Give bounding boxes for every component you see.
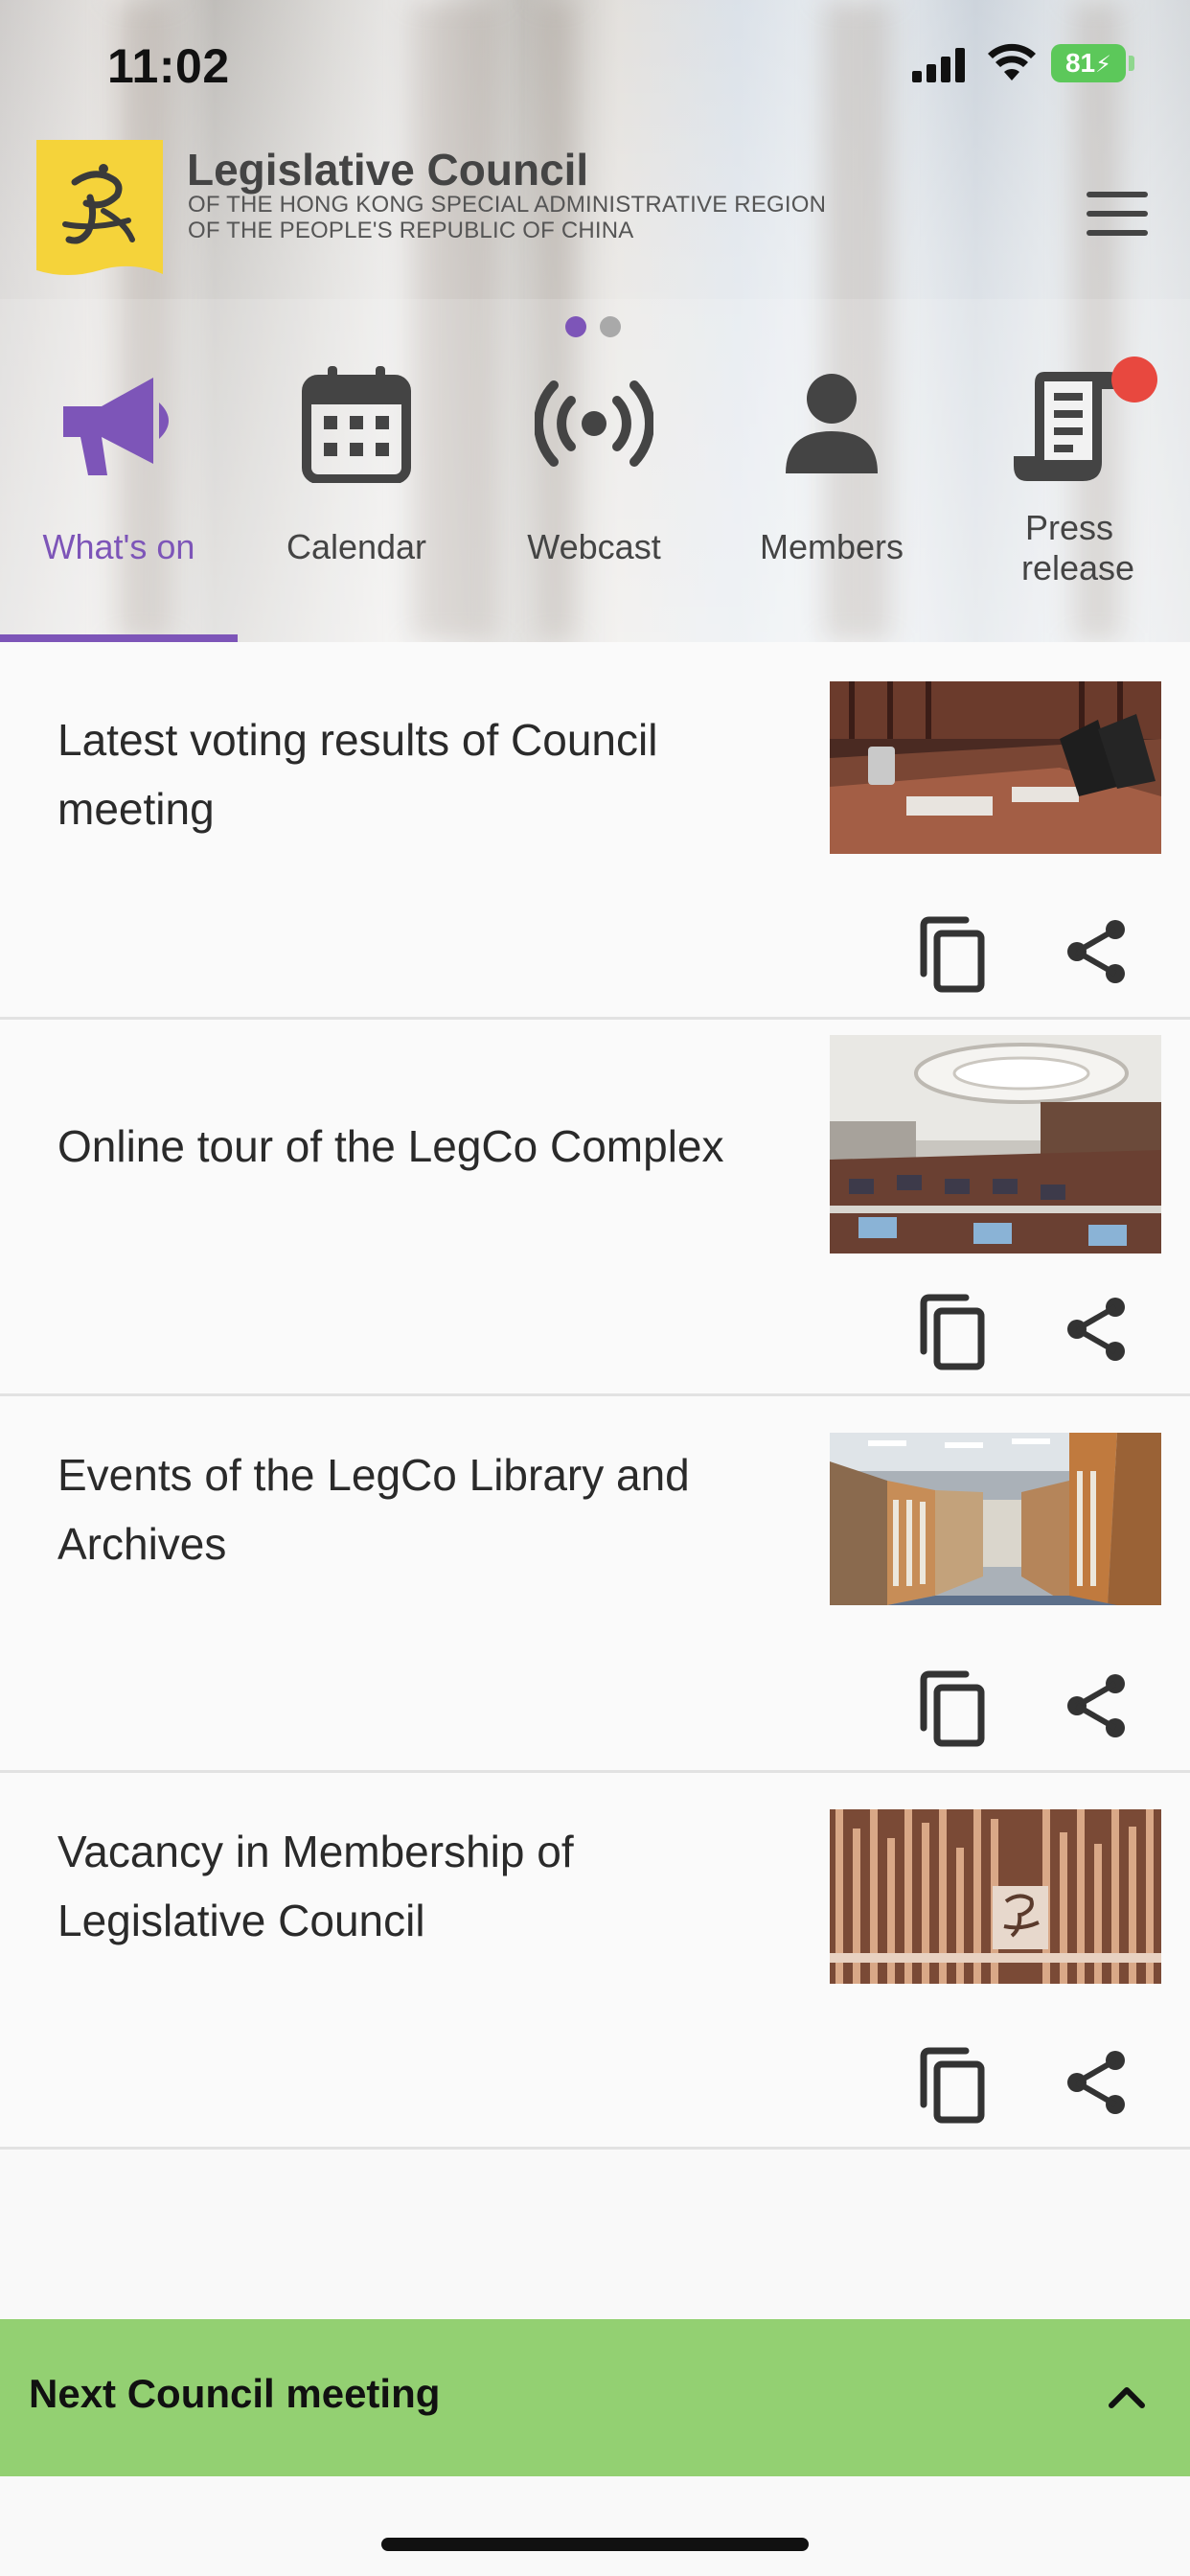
- article-title[interactable]: Online tour of the LegCo Complex: [57, 1112, 786, 1181]
- nav-label-press-release: Press release: [1021, 508, 1135, 587]
- list-item[interactable]: Vacancy in Membership of Legislative Cou…: [0, 1773, 1190, 2150]
- legco-logo-icon[interactable]: [36, 140, 163, 284]
- next-council-meeting-bar[interactable]: Next Council meeting: [0, 2319, 1190, 2476]
- calendar-icon: [302, 366, 411, 483]
- cellular-signal-icon: [912, 48, 968, 82]
- person-icon: [786, 374, 878, 473]
- article-title[interactable]: Latest voting results of Council meeting: [57, 705, 786, 843]
- pager-dots[interactable]: [565, 316, 627, 339]
- app-header: Legislative Council OF THE HONG KONG SPE…: [0, 134, 1190, 297]
- nav-item-press-release[interactable]: Press release: [950, 355, 1188, 642]
- feature-nav: What's on Calendar Webcast Members Press…: [0, 355, 1190, 642]
- battery-indicator: 81⚡: [1051, 44, 1126, 82]
- notification-badge: [1111, 356, 1157, 402]
- charging-bolt-icon: ⚡: [1095, 52, 1111, 78]
- nav-label-members: Members: [759, 527, 904, 566]
- article-title[interactable]: Events of the LegCo Library and Archives: [57, 1440, 786, 1578]
- nav-label-webcast: Webcast: [527, 527, 661, 566]
- list-item[interactable]: Online tour of the LegCo Complex: [0, 1020, 1190, 1396]
- broadcast-icon: [535, 380, 653, 467]
- hamburger-menu-icon[interactable]: [1087, 188, 1154, 242]
- org-subtitle-line1: OF THE HONG KONG SPECIAL ADMINISTRATIVE …: [188, 192, 827, 218]
- nav-item-members[interactable]: Members: [713, 355, 950, 642]
- share-icon[interactable]: [1064, 916, 1131, 987]
- active-tab-indicator: [0, 634, 238, 642]
- legco-wall-emblem-photo[interactable]: [830, 1809, 1161, 1984]
- nav-item-calendar[interactable]: Calendar: [238, 355, 475, 642]
- battery-level: 81: [1064, 48, 1096, 78]
- copy-icon[interactable]: [916, 2047, 987, 2124]
- status-time: 11:02: [107, 39, 230, 93]
- nav-label-whats-on: What's on: [42, 527, 195, 566]
- battery-tip: [1129, 56, 1134, 71]
- wifi-icon: [988, 43, 1036, 80]
- copy-icon[interactable]: [916, 1670, 987, 1747]
- list-item[interactable]: Latest voting results of Council meeting: [0, 642, 1190, 1020]
- pager-dot-1[interactable]: [565, 316, 586, 337]
- list-item[interactable]: Events of the LegCo Library and Archives: [0, 1396, 1190, 1773]
- nav-item-whats-on[interactable]: What's on: [0, 355, 238, 642]
- share-icon[interactable]: [1064, 1670, 1131, 1741]
- share-icon[interactable]: [1064, 2047, 1131, 2118]
- org-title: Legislative Council: [187, 145, 589, 195]
- copy-icon[interactable]: [916, 1294, 987, 1370]
- pager-dot-2[interactable]: [600, 316, 621, 337]
- status-bar: 11:02 81⚡: [0, 0, 1190, 125]
- org-subtitle-line2: OF THE PEOPLE'S REPUBLIC OF CHINA: [188, 218, 634, 243]
- legco-chamber-photo[interactable]: [830, 1035, 1161, 1254]
- copy-icon[interactable]: [916, 916, 987, 993]
- council-chamber-desks-photo[interactable]: [830, 681, 1161, 854]
- home-indicator[interactable]: [381, 2538, 809, 2551]
- share-icon[interactable]: [1064, 1294, 1131, 1365]
- next-council-meeting-label: Next Council meeting: [29, 2371, 441, 2416]
- megaphone-icon: [63, 378, 169, 475]
- chevron-up-icon[interactable]: [1108, 2377, 1146, 2415]
- nav-label-calendar: Calendar: [286, 527, 427, 566]
- library-shelves-photo[interactable]: [830, 1433, 1161, 1605]
- article-title[interactable]: Vacancy in Membership of Legislative Cou…: [57, 1817, 786, 1955]
- nav-item-webcast[interactable]: Webcast: [475, 355, 713, 642]
